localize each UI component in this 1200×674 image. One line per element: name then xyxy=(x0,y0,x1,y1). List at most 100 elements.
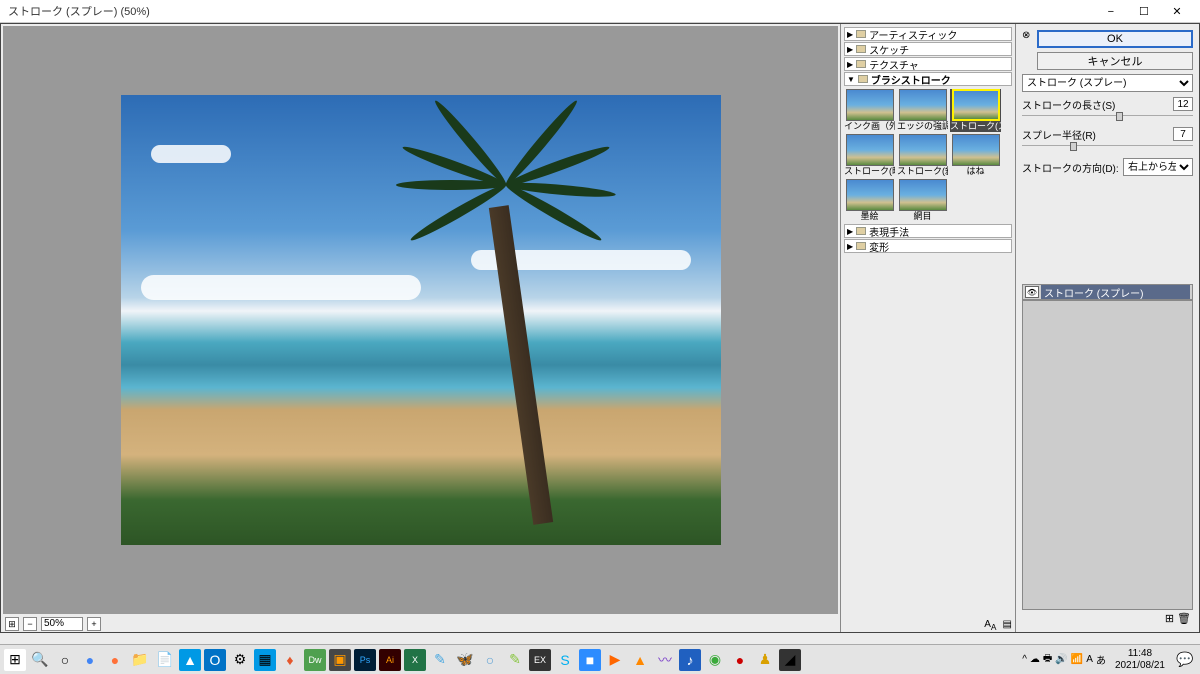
collapse-icon: ▼ xyxy=(847,75,855,84)
thumb-spray-stroke[interactable]: ストローク(スプレー) xyxy=(950,89,1001,132)
chrome-icon[interactable]: ● xyxy=(79,649,101,671)
wifi-icon[interactable]: 📶 xyxy=(1071,654,1083,665)
zoom-out-button[interactable]: − xyxy=(23,617,37,631)
maximize-button[interactable]: ☐ xyxy=(1129,5,1159,18)
thumb-diag-stroke[interactable]: ストローク(斜め) xyxy=(897,134,948,177)
thumb-splash[interactable]: はね xyxy=(950,134,1001,177)
param-direction: ストロークの方向(D): 右上から左下 xyxy=(1022,158,1193,176)
app-icon-8[interactable]: ◉ xyxy=(704,649,726,671)
effect-layer-item[interactable]: ストローク (スプレー) xyxy=(1041,285,1190,299)
music-icon[interactable]: ♪ xyxy=(679,649,701,671)
titlebar: ストローク (スプレー) (50%) − ☐ ✕ xyxy=(0,0,1200,23)
preview-image xyxy=(121,95,721,545)
preview-pane: ⊞ − 50% + xyxy=(1,24,841,632)
expand-icon: ▶ xyxy=(847,45,853,54)
expand-icon: ▶ xyxy=(847,242,853,251)
cloud-icon[interactable]: ☁ xyxy=(1030,654,1040,665)
thumb-sumi[interactable]: 墨絵 xyxy=(844,179,895,222)
folder-icon xyxy=(856,60,866,68)
folder-icon xyxy=(856,227,866,235)
tray-up-icon[interactable]: ^ xyxy=(1022,654,1027,665)
close-button[interactable]: ✕ xyxy=(1162,5,1192,18)
app-icon-5[interactable]: ✎ xyxy=(504,649,526,671)
app-icon-7[interactable]: 〰 xyxy=(654,649,676,671)
category-sketch[interactable]: ▶スケッチ xyxy=(844,42,1012,56)
filter-select[interactable]: ストローク (スプレー) xyxy=(1022,74,1193,92)
preview-area[interactable] xyxy=(3,26,838,614)
eye-icon[interactable]: 👁 xyxy=(1025,286,1039,298)
butterfly-icon[interactable]: 🦋 xyxy=(454,649,476,671)
app-icon-10[interactable]: ◢ xyxy=(779,649,801,671)
category-texture[interactable]: ▶テクスチャ xyxy=(844,57,1012,71)
gallery-scroll[interactable]: ▶アーティスティック ▶スケッチ ▶テクスチャ ▼ブラシストローク インク画（外… xyxy=(841,24,1015,618)
category-distort[interactable]: ▶変形 xyxy=(844,239,1012,253)
sublime-icon[interactable]: ▣ xyxy=(329,649,351,671)
taskbar-clock[interactable]: 11:48 2021/08/21 xyxy=(1109,648,1171,672)
photos-icon[interactable]: ▲ xyxy=(179,649,201,671)
firefox-icon[interactable]: ● xyxy=(104,649,126,671)
record-icon[interactable]: ● xyxy=(729,649,751,671)
spray-radius-value[interactable]: 7 xyxy=(1173,127,1193,141)
minimize-button[interactable]: − xyxy=(1096,6,1126,18)
thumb-dark-stroke[interactable]: ストローク(暗) xyxy=(844,134,895,177)
ime-icon[interactable]: あ xyxy=(1096,652,1106,667)
category-stylize[interactable]: ▶表現手法 xyxy=(844,224,1012,238)
ok-button[interactable]: OK xyxy=(1037,30,1193,48)
explorer-icon[interactable]: 📁 xyxy=(129,649,151,671)
collapse-controls-icon[interactable]: ⊗ xyxy=(1022,30,1034,41)
stroke-length-value[interactable]: 12 xyxy=(1173,97,1193,111)
volume-icon[interactable]: 🔊 xyxy=(1055,654,1067,665)
spray-radius-slider[interactable] xyxy=(1022,142,1193,150)
thumb-crosshatch[interactable]: 網目 xyxy=(897,179,948,222)
app-icon-9[interactable]: ♟ xyxy=(754,649,776,671)
zoom-input[interactable]: 50% xyxy=(41,617,83,631)
effect-layers-list[interactable] xyxy=(1022,300,1193,610)
filter-gallery-pane: ▶アーティスティック ▶スケッチ ▶テクスチャ ▼ブラシストローク インク画（外… xyxy=(841,24,1016,632)
notifications-button[interactable]: 💬 xyxy=(1174,649,1196,671)
system-tray[interactable]: ^ ☁ 🖶 🔊 📶 A あ xyxy=(1022,651,1106,668)
filter-gallery-dialog: ⊞ − 50% + ▶アーティスティック ▶スケッチ ▶テクスチャ ▼ブラシスト… xyxy=(0,23,1200,633)
thumb-ink[interactable]: インク画（外形） xyxy=(844,89,895,132)
search-button[interactable]: 🔍 xyxy=(29,649,51,671)
illustrator-icon[interactable]: Ai xyxy=(379,649,401,671)
outlook-icon[interactable]: O xyxy=(204,649,226,671)
app-icon-2[interactable]: ♦ xyxy=(279,649,301,671)
zoom-fit-button[interactable]: ⊞ xyxy=(5,617,19,631)
app-icon-4[interactable]: ○ xyxy=(479,649,501,671)
delete-layer-button[interactable]: 🗑 xyxy=(1177,612,1191,624)
direction-select[interactable]: 右上から左下 xyxy=(1123,158,1193,176)
photoshop-icon[interactable]: Ps xyxy=(354,649,376,671)
window-controls: − ☐ ✕ xyxy=(1096,5,1192,18)
aa-icon[interactable]: AA xyxy=(984,619,996,630)
effect-layers-footer: ⊞ 🗑 xyxy=(1022,610,1193,626)
vlc-icon[interactable]: ▲ xyxy=(629,649,651,671)
controls-pane: ⊗ OK キャンセル ストローク (スプレー) ストロークの長さ(S) 12 ス… xyxy=(1016,24,1199,632)
window-title: ストローク (スプレー) (50%) xyxy=(8,3,150,19)
folder-icon xyxy=(856,45,866,53)
dreamweaver-icon[interactable]: Dw xyxy=(304,649,326,671)
excel-icon[interactable]: X xyxy=(404,649,426,671)
app-icon-6[interactable]: EX xyxy=(529,649,551,671)
start-button[interactable]: ⊞ xyxy=(4,649,26,671)
printer-icon[interactable]: 🖶 xyxy=(1043,651,1052,668)
thumb-grid: インク画（外形） エッジの強調 ストローク(スプレー) ストローク(暗) ストロ… xyxy=(844,87,1012,224)
app-icon-3[interactable]: ✎ xyxy=(429,649,451,671)
settings-icon[interactable]: ⚙ xyxy=(229,649,251,671)
media-icon[interactable]: ▶ xyxy=(604,649,626,671)
ime-a-icon[interactable]: A xyxy=(1086,654,1093,665)
expand-icon: ▶ xyxy=(847,227,853,236)
cancel-button[interactable]: キャンセル xyxy=(1037,52,1193,70)
category-brushstroke[interactable]: ▼ブラシストローク xyxy=(844,72,1012,86)
doc-icon[interactable]: ▤ xyxy=(1003,619,1012,630)
app-icon-1[interactable]: ▦ xyxy=(254,649,276,671)
category-artistic[interactable]: ▶アーティスティック xyxy=(844,27,1012,41)
cortana-button[interactable]: ○ xyxy=(54,649,76,671)
stroke-length-slider[interactable] xyxy=(1022,112,1193,120)
folder-icon xyxy=(856,30,866,38)
thumb-edge[interactable]: エッジの強調 xyxy=(897,89,948,132)
zoom-icon[interactable]: ■ xyxy=(579,649,601,671)
notepad-icon[interactable]: 📄 xyxy=(154,649,176,671)
skype-icon[interactable]: S xyxy=(554,649,576,671)
zoom-in-button[interactable]: + xyxy=(87,617,101,631)
new-layer-button[interactable]: ⊞ xyxy=(1165,612,1174,624)
